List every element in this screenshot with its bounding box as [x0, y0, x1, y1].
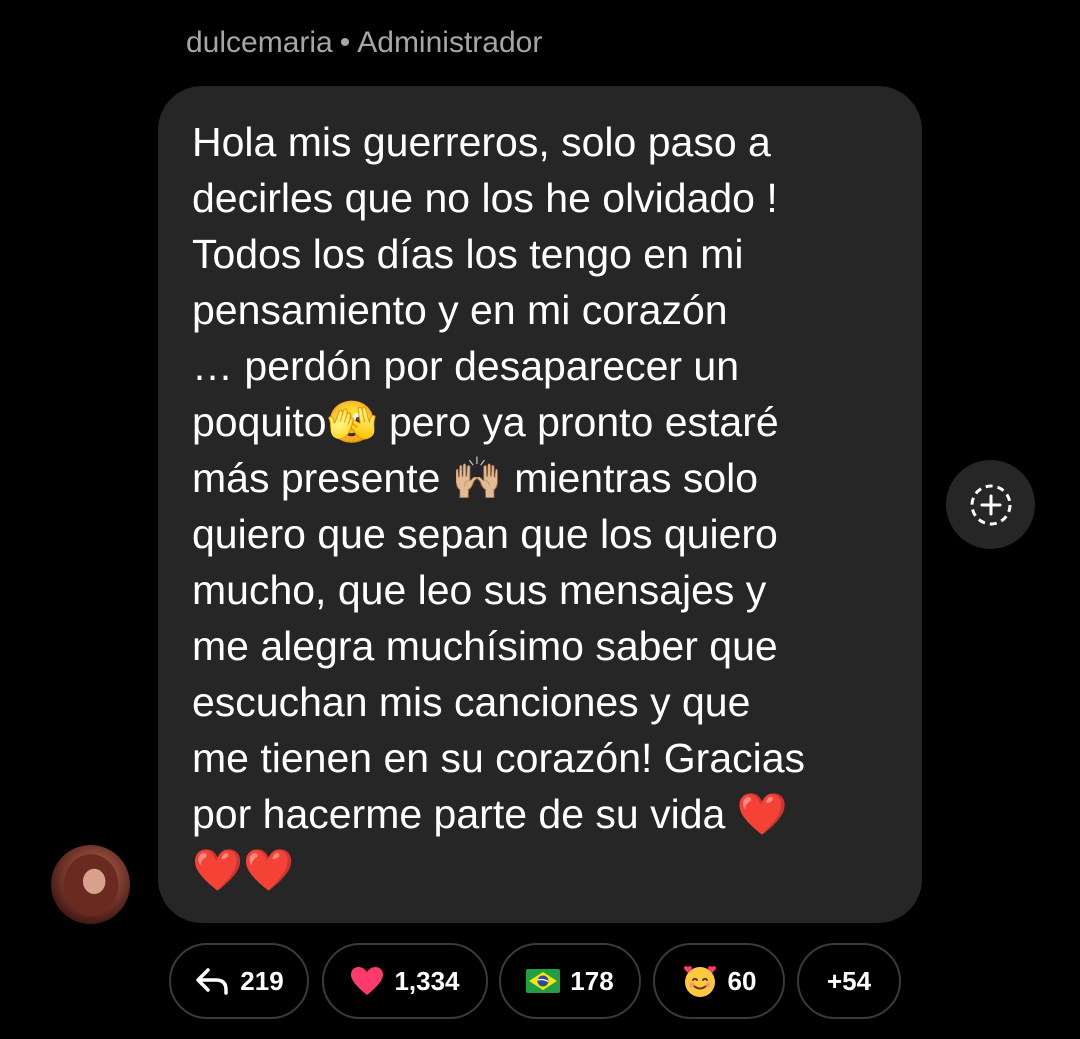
avatar[interactable] — [51, 845, 130, 924]
sender-header: dulcemaria • Administrador — [186, 26, 542, 60]
sender-role: Administrador — [357, 26, 543, 59]
message-text: Hola mis guerreros, solo paso a decirles… — [192, 119, 806, 893]
avatar-image — [59, 849, 123, 921]
brazil-flag-icon — [526, 969, 561, 993]
heart-icon — [350, 966, 384, 996]
message-bubble[interactable]: Hola mis guerreros, solo paso a decirles… — [158, 86, 922, 923]
header-separator: • — [339, 26, 351, 59]
message-screen: dulcemaria • Administrador Hola mis guerre… — [0, 0, 1080, 1039]
replies-button[interactable]: 219 — [169, 943, 309, 1019]
sender-username[interactable]: dulcemaria — [186, 26, 333, 59]
reaction-smile-button[interactable]: 60 — [653, 943, 785, 1019]
add-reaction-button[interactable] — [946, 460, 1035, 549]
more-reactions-label: +54 — [826, 965, 872, 996]
smiling-face-with-hearts-icon — [682, 963, 718, 999]
add-reaction-icon — [970, 484, 1011, 525]
more-reactions-button[interactable]: +54 — [797, 943, 901, 1019]
smile-count: 60 — [727, 965, 757, 996]
heart-count: 1,334 — [394, 965, 460, 996]
flag-count: 178 — [570, 965, 614, 996]
reply-arrow-icon — [194, 966, 230, 996]
reaction-flag-button[interactable]: 178 — [499, 943, 641, 1019]
replies-count: 219 — [240, 965, 284, 996]
reaction-heart-button[interactable]: 1,334 — [322, 943, 488, 1019]
